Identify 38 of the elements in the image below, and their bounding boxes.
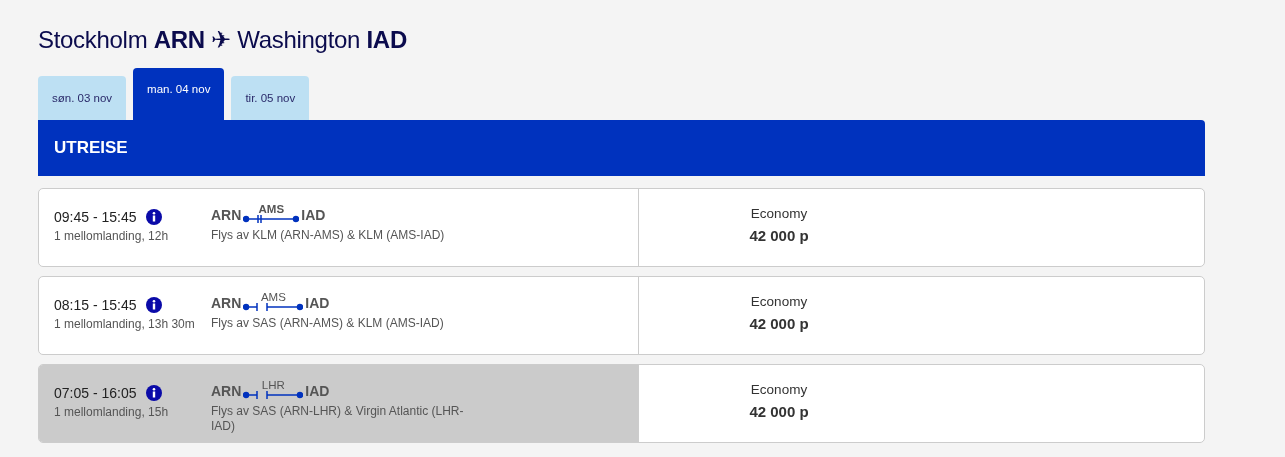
flight-times: 07:05 - 16:05 — [54, 385, 137, 401]
info-icon[interactable] — [145, 297, 162, 313]
flight-card[interactable]: 08:15 - 15:45 1 mellomlanding, 13h 30m ARN AMS IAD Flys av SAS (ARN-AMS) & KLM (AMS-IAD) Economy 42 000 p — [38, 276, 1205, 355]
page-title: Stockholm ARN ✈ Washington IAD — [38, 26, 408, 54]
price: 42 000 p — [749, 315, 809, 332]
destination-code: IAD — [305, 295, 330, 311]
via-code: LHR — [261, 379, 285, 391]
info-icon[interactable] — [145, 209, 162, 225]
stops-duration: 1 mellomlanding, 12h — [54, 229, 170, 243]
route-line-icon — [243, 303, 304, 311]
destination-code: IAD — [301, 207, 326, 223]
date-tab[interactable]: man. 04 nov — [133, 68, 225, 120]
date-tab[interactable]: søn. 03 nov — [38, 76, 127, 120]
price: 42 000 p — [749, 403, 809, 420]
flight-times: 09:45 - 15:45 — [54, 209, 137, 225]
via-code: AMS — [260, 291, 286, 303]
operators-text: Flys av KLM (ARN-AMS) & KLM (AMS-IAD) — [211, 228, 446, 243]
operators-text: Flys av SAS (ARN-AMS) & KLM (AMS-IAD) — [211, 316, 445, 331]
origin-code: ARN — [211, 383, 242, 399]
price: 42 000 p — [749, 227, 809, 244]
section-header: UTREISE — [38, 120, 1205, 176]
operators-text: Flys av SAS (ARN-LHR) & Virgin Atlantic (LHR-IAD) — [211, 404, 465, 434]
flight-card[interactable]: 07:05 - 16:05 1 mellomlanding, 15h ARN LHR IAD Flys av SAS (ARN-LHR) & Virgin Atlantic (LHR-IAD) Economy 42 000 p — [38, 364, 1205, 443]
cabin-class: Economy — [750, 294, 808, 309]
flight-times: 08:15 - 15:45 — [54, 297, 137, 313]
cabin-class: Economy — [750, 206, 808, 221]
route-line-icon — [243, 391, 304, 399]
stops-duration: 1 mellomlanding, 13h 30m — [54, 317, 196, 331]
info-icon[interactable] — [145, 385, 162, 401]
cabin-class: Economy — [750, 382, 808, 397]
destination-code: IAD — [305, 383, 330, 399]
via-code: AMS — [258, 203, 285, 215]
date-tab[interactable]: tir. 05 nov — [231, 76, 310, 120]
flight-card[interactable]: 09:45 - 15:45 1 mellomlanding, 12h ARN AMS IAD Flys av KLM (ARN-AMS) & KLM (AMS-IAD) Economy 42 000 p — [38, 188, 1205, 267]
route-line-icon — [243, 215, 300, 223]
stops-duration: 1 mellomlanding, 15h — [54, 405, 170, 419]
origin-code: ARN — [211, 207, 242, 223]
origin-code: ARN — [211, 295, 242, 311]
